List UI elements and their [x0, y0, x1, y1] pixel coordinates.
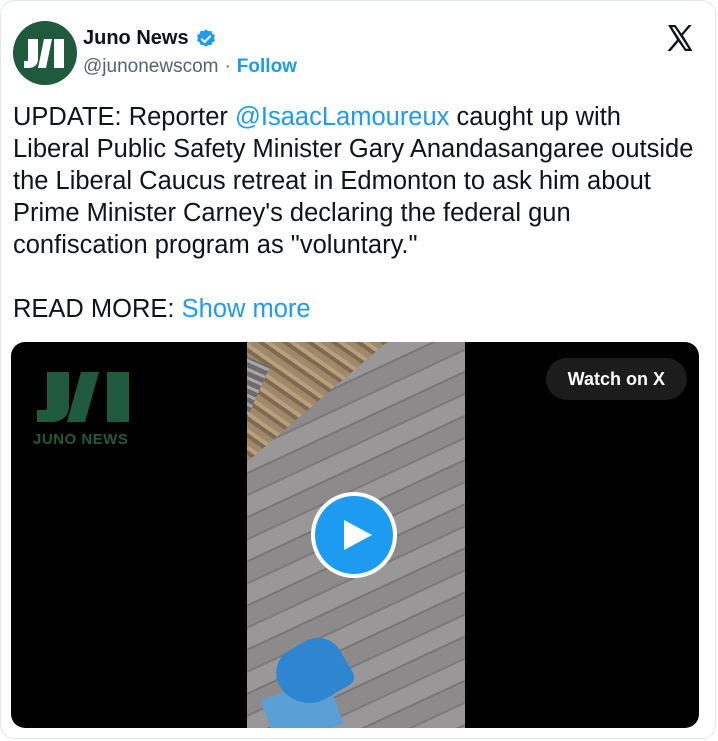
show-more-link[interactable]: Show more — [182, 295, 311, 323]
embedded-post-card: Juno News @junonewscom · Follow UPDATE: … — [0, 0, 716, 739]
verified-badge-icon — [196, 28, 215, 47]
juno-news-mark-icon — [37, 372, 129, 422]
watch-on-x-button[interactable]: Watch on X — [545, 358, 687, 400]
post-text-prefix: UPDATE: Reporter — [13, 103, 236, 131]
juno-news-logo-icon — [24, 39, 64, 68]
read-more-line: READ MORE: Show more — [13, 293, 311, 325]
juno-news-watermark: JUNO NEWS — [33, 370, 143, 448]
author-handle[interactable]: @junonewscom — [83, 56, 218, 78]
play-icon — [344, 520, 372, 550]
follow-button[interactable]: Follow — [237, 56, 297, 78]
video-mulch — [247, 342, 387, 462]
juno-news-wordmark: JUNO NEWS — [33, 431, 129, 448]
post-text: UPDATE: Reporter @IsaacLamoureux caught … — [13, 101, 703, 261]
x-logo-icon[interactable] — [665, 23, 695, 53]
video-player[interactable]: JUNO NEWS Watch on X — [11, 342, 699, 728]
author-name-row: Juno News — [83, 27, 217, 50]
author-handle-row: @junonewscom · Follow — [83, 56, 297, 78]
author-avatar[interactable] — [13, 21, 77, 85]
separator-dot: · — [224, 56, 231, 77]
read-more-label: READ MORE: — [13, 295, 175, 323]
author-name[interactable]: Juno News — [83, 27, 189, 50]
play-button[interactable] — [311, 492, 397, 578]
mention-link[interactable]: @IsaacLamoureux — [235, 103, 449, 131]
